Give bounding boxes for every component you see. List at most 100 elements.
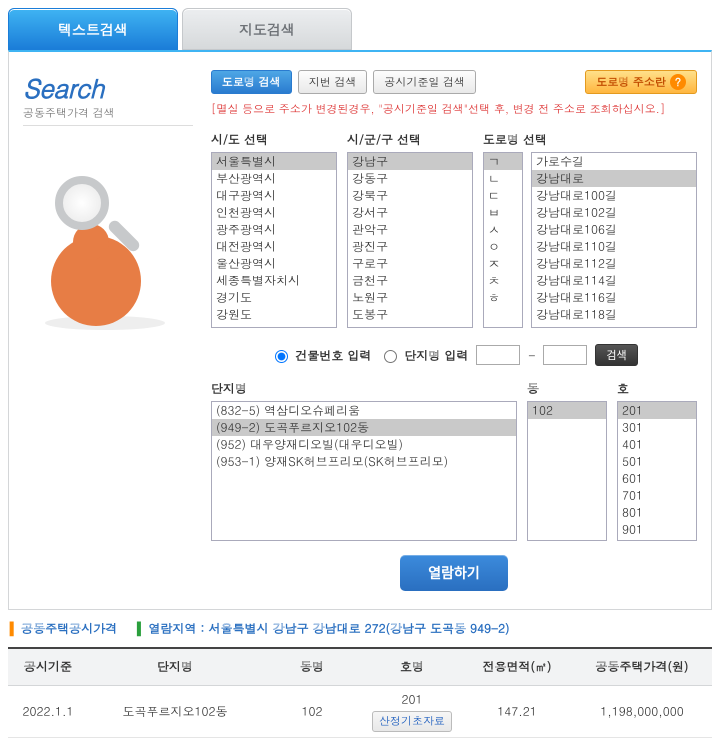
result-region-label: 열람지역 : — [137, 620, 204, 637]
list-item[interactable]: 강남대로 — [532, 170, 696, 187]
th-date: 공시기준 — [8, 649, 88, 685]
list-item[interactable]: 강서구 — [348, 204, 472, 221]
list-item[interactable]: 901 — [618, 521, 696, 538]
list-item[interactable]: (952) 대우양재디오빌(대우디오빌) — [212, 436, 516, 453]
list-item[interactable]: (953-1) 양재SK허브프리모(SK허브프리모) — [212, 453, 516, 470]
sigungu-label: 시/군/구 선택 — [347, 131, 473, 148]
list-item[interactable]: 강남대로100길 — [532, 187, 696, 204]
list-item[interactable]: 강남구 — [348, 153, 472, 170]
list-item[interactable]: (832-5) 역삼디오슈페리움 — [212, 402, 516, 419]
list-item[interactable]: 광진구 — [348, 238, 472, 255]
list-item[interactable]: 광주광역시 — [212, 221, 336, 238]
list-item[interactable]: 강원도 — [212, 306, 336, 323]
th-danji: 단지명 — [88, 649, 262, 685]
doro-label: 도로명 선택 — [483, 131, 697, 148]
list-item[interactable]: 경기도 — [212, 289, 336, 306]
list-item[interactable]: 701 — [618, 487, 696, 504]
list-item[interactable]: 강동구 — [348, 170, 472, 187]
radio-building-number[interactable]: 건물번호 입력 — [270, 347, 371, 364]
calc-basis-button[interactable]: 산정기초자료 — [372, 711, 452, 732]
list-item[interactable]: ㅇ — [484, 238, 522, 255]
search-subtitle: 공동주택가격 검색 — [23, 106, 193, 126]
search-illustration — [23, 166, 163, 326]
dong-label: 동 — [527, 380, 607, 397]
list-item[interactable]: 강북구 — [348, 187, 472, 204]
bldg-num-input-2[interactable] — [543, 345, 587, 365]
result-section-title: 공동주택공시가격 — [10, 620, 117, 637]
cell-danji: 도곡푸르지오102동 — [88, 685, 262, 737]
list-item[interactable]: ㄴ — [484, 170, 522, 187]
list-item[interactable]: 울산광역시 — [212, 255, 336, 272]
list-item[interactable]: ㅅ — [484, 221, 522, 238]
list-item[interactable]: 인천광역시 — [212, 204, 336, 221]
th-price: 공동주택가격(원) — [572, 649, 712, 685]
cell-price: 1,198,000,000 — [572, 685, 712, 737]
list-item[interactable]: 대구광역시 — [212, 187, 336, 204]
list-item[interactable]: 노원구 — [348, 289, 472, 306]
cell-ho: 201 산정기초자료 — [362, 685, 462, 737]
list-item[interactable]: 301 — [618, 419, 696, 436]
danji-label: 단지명 — [211, 380, 517, 397]
view-button[interactable]: 열람하기 — [400, 555, 508, 591]
dong-listbox[interactable]: 102 — [527, 401, 607, 541]
result-table: 공시기준 단지명 동명 호명 전용면적(㎡) 공동주택가격(원) 2022.1.… — [8, 649, 712, 738]
list-item[interactable]: 102 — [528, 402, 606, 419]
list-item[interactable]: 강남대로116길 — [532, 289, 696, 306]
list-item[interactable]: ㄱ — [484, 153, 522, 170]
th-ho: 호명 — [362, 649, 462, 685]
list-item[interactable]: 강남대로114길 — [532, 272, 696, 289]
list-item[interactable]: 금천구 — [348, 272, 472, 289]
list-item[interactable]: ㅂ — [484, 204, 522, 221]
list-item[interactable]: 관악구 — [348, 221, 472, 238]
ho-listbox[interactable]: 20130140150160170180190110011101 — [617, 401, 697, 541]
th-area: 전용면적(㎡) — [462, 649, 572, 685]
list-item[interactable]: ㄷ — [484, 187, 522, 204]
list-item[interactable]: 세종특별자치시 — [212, 272, 336, 289]
list-item[interactable]: 801 — [618, 504, 696, 521]
cell-date: 2022.1.1 — [8, 685, 88, 737]
choseong-listbox[interactable]: ㄱㄴㄷㅂㅅㅇㅈㅊㅎ — [483, 152, 523, 328]
list-item[interactable]: 201 — [618, 402, 696, 419]
bldg-num-input-1[interactable] — [476, 345, 520, 365]
list-item[interactable]: 도봉구 — [348, 306, 472, 323]
tab-map-search[interactable]: 지도검색 — [182, 8, 352, 50]
cell-area: 147.21 — [462, 685, 572, 737]
gongsi-date-search-button[interactable]: 공시기준일 검색 — [373, 70, 476, 94]
list-item[interactable]: 강남대로112길 — [532, 255, 696, 272]
list-item[interactable]: 강남대로106길 — [532, 221, 696, 238]
warning-text: [멸실 등으로 주소가 변경된경우, "공시기준일 검색"선택 후, 변경 전 … — [211, 102, 697, 117]
road-search-button[interactable]: 도로명 검색 — [211, 70, 292, 94]
list-item[interactable]: 501 — [618, 453, 696, 470]
list-item[interactable]: ㅈ — [484, 255, 522, 272]
list-item[interactable]: 서울특별시 — [212, 153, 336, 170]
sido-listbox[interactable]: 서울특별시부산광역시대구광역시인천광역시광주광역시대전광역시울산광역시세종특별자… — [211, 152, 337, 328]
list-item[interactable]: (949-2) 도곡푸르지오102동 — [212, 419, 516, 436]
list-item[interactable]: 가로수길 — [532, 153, 696, 170]
doro-listbox[interactable]: 가로수길강남대로강남대로100길강남대로102길강남대로106길강남대로110길… — [531, 152, 697, 328]
road-addr-help-button[interactable]: 도로명 주소란 ? — [585, 70, 697, 94]
list-item[interactable]: ㅊ — [484, 272, 522, 289]
list-item[interactable]: 강남대로118길 — [532, 306, 696, 323]
search-panel: Search 공동주택가격 검색 도로명 검색 지번 검색 공시기준일 검색 도… — [8, 50, 712, 610]
th-dong: 동명 — [262, 649, 362, 685]
tab-text-search[interactable]: 텍스트검색 — [8, 8, 178, 50]
list-item[interactable]: 구로구 — [348, 255, 472, 272]
danji-listbox[interactable]: (832-5) 역삼디오슈페리움(949-2) 도곡푸르지오102동(952) … — [211, 401, 517, 541]
radio-danji-name[interactable]: 단지명 입력 — [379, 347, 468, 364]
list-item[interactable]: ㅎ — [484, 289, 522, 306]
table-row: 2022.1.1 도곡푸르지오102동 102 201 산정기초자료 147.2… — [8, 685, 712, 737]
list-item[interactable]: 강남대로110길 — [532, 238, 696, 255]
search-title: Search — [23, 70, 193, 106]
list-item[interactable]: 강남대로102길 — [532, 204, 696, 221]
list-item[interactable]: 401 — [618, 436, 696, 453]
jibun-search-button[interactable]: 지번 검색 — [298, 70, 368, 94]
list-item[interactable]: 대전광역시 — [212, 238, 336, 255]
list-item[interactable]: 1001 — [618, 538, 696, 541]
search-button[interactable]: 검색 — [595, 344, 637, 366]
help-icon: ? — [670, 74, 686, 90]
list-item[interactable]: 601 — [618, 470, 696, 487]
ho-label: 호 — [617, 380, 697, 397]
sigungu-listbox[interactable]: 강남구강동구강북구강서구관악구광진구구로구금천구노원구도봉구 — [347, 152, 473, 328]
list-item[interactable]: 부산광역시 — [212, 170, 336, 187]
cell-dong: 102 — [262, 685, 362, 737]
